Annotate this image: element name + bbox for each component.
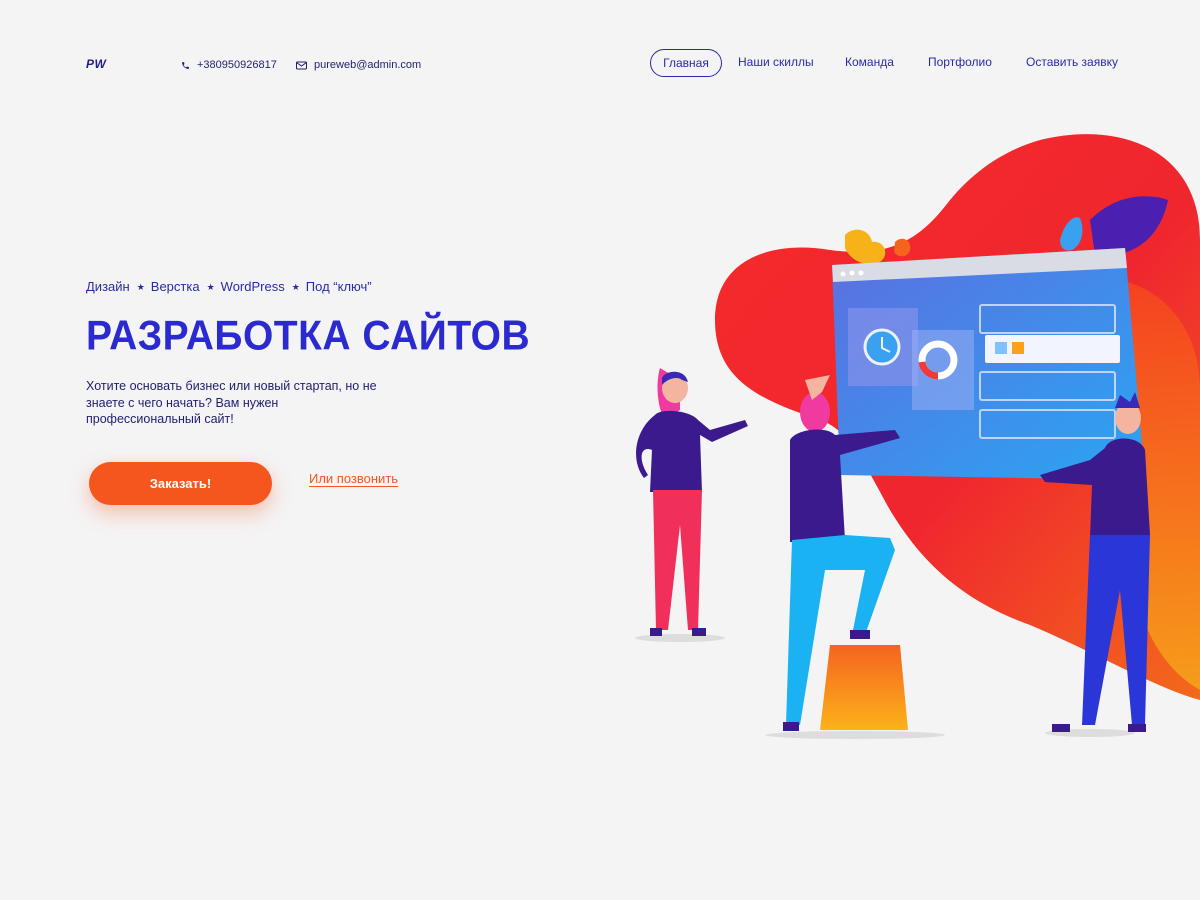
star-icon: ★ [136,282,145,292]
hero-illustration [635,134,1200,739]
logo[interactable]: PW [86,57,106,71]
nav-team[interactable]: Команда [845,49,894,77]
browser-window [832,248,1145,480]
nav-home[interactable]: Главная [650,49,722,77]
nav-portfolio[interactable]: Портфолио [928,49,992,77]
star-icon: ★ [291,282,300,292]
phone-number: +380950926817 [197,59,277,71]
service-markup: Верстка [150,279,200,294]
order-button[interactable]: Заказать! [89,462,272,505]
hero-description: Хотите основать бизнес или новый стартап… [86,379,377,426]
person-woman [635,368,748,642]
nav-skills[interactable]: Наши скиллы [738,49,814,77]
service-turnkey: Под “ключ” [305,279,372,294]
envelope-icon [296,61,307,69]
service-design: Дизайн [86,279,130,294]
email-address: pureweb@admin.com [314,59,422,71]
call-link[interactable]: Или позвонить [309,471,398,486]
services-list: Дизайн ★ Верстка ★ WordPress ★ Под “ключ… [86,279,372,294]
phone-icon [182,61,189,69]
phone-contact[interactable]: +380950926817 [181,59,277,71]
email-contact[interactable]: pureweb@admin.com [296,59,421,71]
hero-title: РАЗРАБОТКА САЙТОВ [86,313,531,360]
nav-request[interactable]: Оставить заявку [1026,49,1118,77]
decor-shape [894,238,911,257]
service-wordpress: WordPress [220,279,285,294]
star-icon: ★ [206,282,215,292]
